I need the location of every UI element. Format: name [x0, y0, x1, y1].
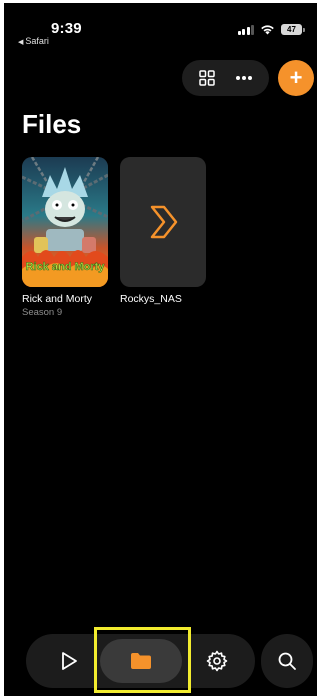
highlight-annotation-box	[94, 627, 191, 693]
gear-icon	[206, 650, 228, 672]
tile-subtitle: Season 9	[22, 307, 63, 318]
view-options-pill	[182, 60, 269, 96]
add-button[interactable]: +	[278, 60, 314, 96]
tile-title: Rockys_NAS	[120, 293, 182, 305]
rick-and-morty-poster: Rick and Morty	[22, 157, 108, 287]
grid-icon	[199, 70, 215, 86]
more-options-button[interactable]	[228, 62, 260, 94]
tile-title: Rick and Morty	[22, 293, 93, 305]
page-title: Files	[22, 109, 82, 139]
search-icon	[278, 652, 296, 670]
poster-image: Rick and Morty	[22, 157, 108, 287]
battery-level: 47	[281, 24, 302, 35]
grid-view-button[interactable]	[191, 62, 223, 94]
more-icon	[236, 76, 253, 80]
cellular-signal-icon	[237, 24, 254, 35]
search-button[interactable]	[261, 634, 313, 688]
library-tile-rockys-nas[interactable]: Rockys_NAS	[120, 157, 206, 305]
play-icon	[62, 652, 77, 670]
back-to-app-link[interactable]: ◀ Safari	[18, 36, 49, 46]
poster-logo-text: Rick and Morty	[26, 261, 106, 273]
app-screen: 9:39 ◀ Safari 47 + Files Rick and Morty …	[4, 3, 317, 696]
back-app-label: Safari	[25, 36, 49, 46]
back-triangle-icon: ◀	[18, 39, 24, 46]
folder-art	[120, 157, 206, 287]
wifi-icon	[261, 25, 274, 35]
library-tile-rick-and-morty[interactable]: Rick and Morty Rick and Morty Season 9	[22, 157, 108, 318]
status-icons: 47	[237, 24, 305, 35]
status-time: 9:39	[51, 20, 82, 37]
nav-settings-button[interactable]	[192, 634, 242, 688]
battery-icon: 47	[281, 24, 305, 35]
chevron-right-icon	[150, 205, 178, 239]
nav-play-button[interactable]	[44, 634, 94, 688]
